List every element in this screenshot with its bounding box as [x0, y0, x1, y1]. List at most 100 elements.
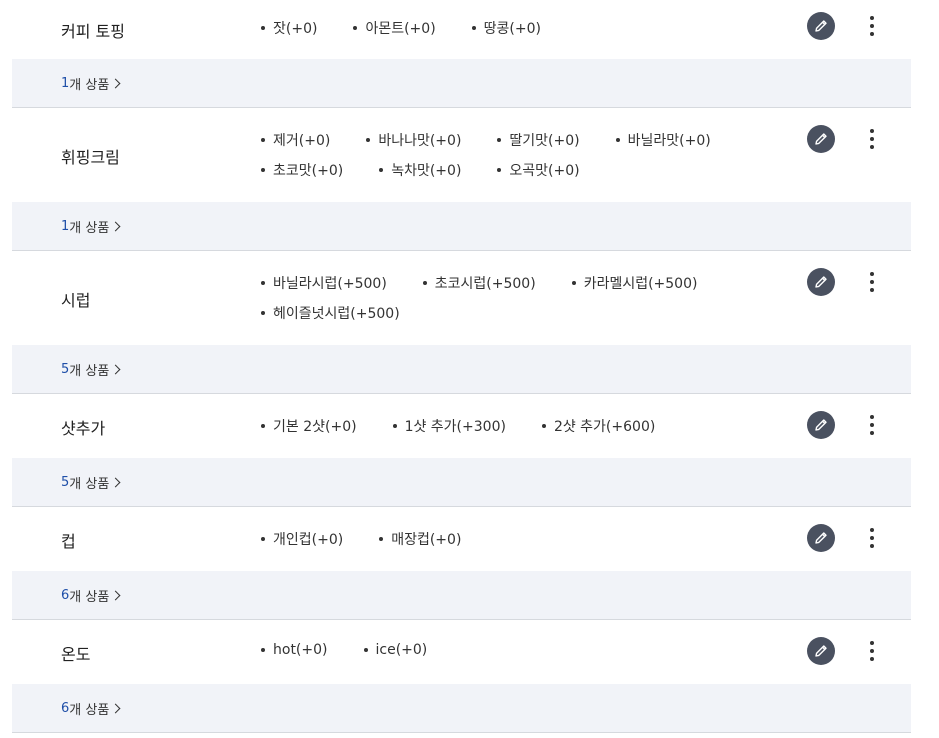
pencil-icon — [815, 419, 827, 431]
product-count-bar: 6개 상품 — [12, 571, 911, 620]
option-label: 헤이즐넛시럽(+500) — [273, 306, 400, 322]
bullet-icon — [366, 138, 371, 142]
option-item: 바닐라맛(+0) — [615, 130, 711, 150]
bullet-icon — [261, 168, 265, 172]
product-count-link[interactable]: 1개 상품 — [61, 74, 121, 93]
option-label: 녹차맛(+0) — [391, 163, 462, 179]
more-vertical-icon — [870, 272, 874, 276]
product-count: 5 — [61, 474, 70, 490]
more-vertical-icon — [870, 528, 874, 532]
product-count: 6 — [61, 700, 70, 716]
option-label: 땅콩(+0) — [483, 21, 541, 37]
product-count-bar: 5개 상품 — [12, 345, 911, 394]
bullet-icon — [422, 281, 427, 285]
more-options-button[interactable] — [860, 524, 884, 552]
option-item: 2샷 추가(+600) — [541, 416, 656, 436]
product-count-bar: 1개 상품 — [12, 59, 911, 108]
bullet-icon — [379, 537, 384, 541]
option-item: 헤이즐넛시럽(+500) — [261, 303, 400, 323]
product-count-suffix: 개 상품 — [69, 476, 110, 492]
product-count-bar: 6개 상품 — [12, 684, 911, 733]
option-label: 잣(+0) — [273, 21, 318, 37]
option-group: 샷추가 기본 2샷(+0) 1샷 추가(+300) 2샷 추가(+600) 5개… — [0, 394, 939, 507]
option-label: 오곡맛(+0) — [509, 163, 580, 179]
option-group-name: 샷추가 — [61, 419, 106, 438]
option-item: 1샷 추가(+300) — [392, 416, 506, 436]
chevron-right-icon — [110, 221, 121, 231]
bullet-icon — [571, 281, 576, 285]
option-item: 딸기맛(+0) — [497, 130, 580, 150]
product-count-suffix: 개 상품 — [69, 589, 110, 605]
option-label: 아몬트(+0) — [365, 21, 436, 37]
option-label: 바나나맛(+0) — [378, 133, 462, 149]
option-group-name: 커피 토핑 — [61, 22, 125, 41]
product-count: 6 — [61, 587, 70, 603]
edit-button[interactable] — [807, 268, 835, 296]
option-item: 매장컵(+0) — [379, 529, 461, 549]
option-label: 초코맛(+0) — [273, 163, 344, 179]
edit-button[interactable] — [807, 12, 835, 40]
chevron-right-icon — [110, 703, 121, 713]
option-list: 제거(+0) 바나나맛(+0) 딸기맛(+0) 바닐라맛(+0) 초코맛(+0)… — [261, 130, 781, 180]
option-label: 2샷 추가(+600) — [553, 419, 656, 435]
option-group-name: 컵 — [61, 532, 76, 551]
option-group: 컵 개인컵(+0) 매장컵(+0) 6개 상품 — [0, 507, 939, 620]
option-item: 아몬트(+0) — [353, 18, 436, 38]
option-group: 온도 hot(+0) ice(+0) 6개 상품 — [0, 620, 939, 733]
option-item: 오곡맛(+0) — [497, 160, 580, 180]
edit-button[interactable] — [807, 125, 835, 153]
bullet-icon — [261, 537, 265, 541]
more-vertical-icon — [870, 641, 874, 645]
edit-button[interactable] — [807, 637, 835, 665]
option-group: 휘핑크림 제거(+0) 바나나맛(+0) 딸기맛(+0) 바닐라맛(+0) 초코… — [0, 108, 939, 251]
pencil-icon — [815, 20, 827, 32]
bullet-icon — [261, 26, 265, 30]
product-count-link[interactable]: 5개 상품 — [61, 360, 121, 379]
more-options-button[interactable] — [860, 12, 884, 40]
product-count-suffix: 개 상품 — [69, 220, 110, 236]
option-item: 개인컵(+0) — [261, 529, 343, 549]
option-group-name: 휘핑크림 — [61, 148, 120, 167]
chevron-right-icon — [110, 364, 121, 374]
bullet-icon — [363, 648, 368, 652]
product-count-bar: 5개 상품 — [12, 458, 911, 507]
more-vertical-icon — [870, 415, 874, 419]
option-label: 개인컵(+0) — [273, 532, 344, 548]
product-count-link[interactable]: 6개 상품 — [61, 699, 121, 718]
pencil-icon — [815, 276, 827, 288]
option-group-name: 온도 — [61, 645, 91, 664]
option-item: 녹차맛(+0) — [379, 160, 461, 180]
chevron-right-icon — [110, 590, 121, 600]
option-item: 기본 2샷(+0) — [261, 416, 357, 436]
bullet-icon — [261, 311, 265, 315]
option-item: 잣(+0) — [261, 18, 317, 38]
option-item: 카라멜시럽(+500) — [571, 273, 697, 293]
product-count: 1 — [61, 75, 70, 91]
product-count-link[interactable]: 5개 상품 — [61, 473, 121, 492]
more-options-button[interactable] — [860, 411, 884, 439]
option-item: 제거(+0) — [261, 130, 330, 150]
edit-button[interactable] — [807, 411, 835, 439]
option-group-list: 커피 토핑 잣(+0) 아몬트(+0) 땅콩(+0) 1개 상품 휘핑크림 제거… — [0, 0, 939, 733]
more-options-button[interactable] — [860, 637, 884, 665]
bullet-icon — [379, 168, 384, 172]
edit-button[interactable] — [807, 524, 835, 552]
product-count-link[interactable]: 1개 상품 — [61, 217, 121, 236]
more-options-button[interactable] — [860, 268, 884, 296]
pencil-icon — [815, 133, 827, 145]
option-group-row: 커피 토핑 잣(+0) 아몬트(+0) 땅콩(+0) — [12, 0, 911, 59]
more-vertical-icon — [870, 16, 874, 20]
option-group: 커피 토핑 잣(+0) 아몬트(+0) 땅콩(+0) 1개 상품 — [0, 0, 939, 108]
option-label: 딸기맛(+0) — [509, 133, 580, 149]
product-count-bar: 1개 상품 — [12, 202, 911, 251]
product-count-link[interactable]: 6개 상품 — [61, 586, 121, 605]
option-group: 시럽 바닐라시럽(+500) 초코시럽(+500) 카라멜시럽(+500) 헤이… — [0, 251, 939, 394]
option-item: 바닐라시럽(+500) — [261, 273, 387, 293]
option-label: hot(+0) — [273, 642, 328, 658]
option-list: 기본 2샷(+0) 1샷 추가(+300) 2샷 추가(+600) — [261, 416, 781, 436]
option-item: 바나나맛(+0) — [366, 130, 461, 150]
more-options-button[interactable] — [860, 125, 884, 153]
option-group-row: 컵 개인컵(+0) 매장컵(+0) — [12, 507, 911, 571]
option-label: 기본 2샷(+0) — [273, 419, 357, 435]
chevron-right-icon — [110, 78, 121, 88]
